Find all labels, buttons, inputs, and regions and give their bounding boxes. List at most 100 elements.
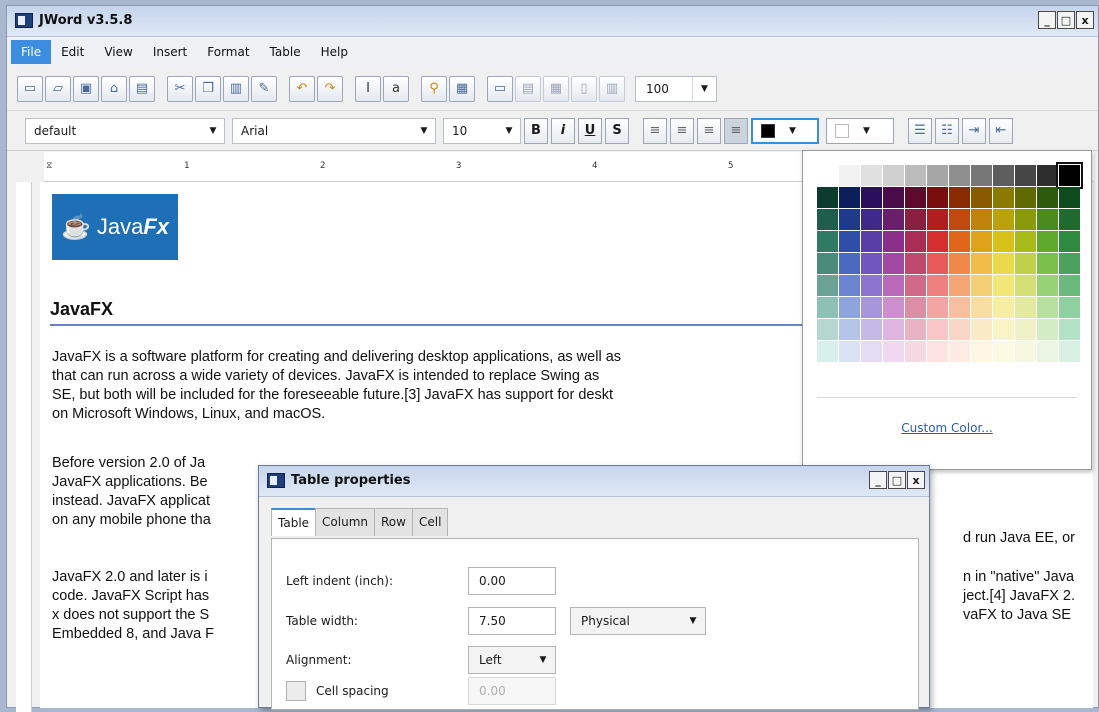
color-swatch[interactable] <box>927 187 948 208</box>
text-color-combo[interactable]: ▼ <box>751 117 819 144</box>
color-swatch[interactable] <box>839 253 860 274</box>
color-swatch[interactable] <box>861 275 882 296</box>
color-swatch[interactable] <box>1037 341 1058 362</box>
bullet-list-icon[interactable]: ☰ <box>908 117 932 144</box>
tab-row[interactable]: Row <box>374 508 413 536</box>
color-swatch[interactable] <box>993 209 1014 230</box>
color-swatch[interactable] <box>1059 253 1080 274</box>
color-swatch[interactable] <box>971 319 992 340</box>
color-swatch[interactable] <box>1059 231 1080 252</box>
color-swatch[interactable] <box>861 187 882 208</box>
insert-link-icon[interactable]: ⚲ <box>421 75 447 102</box>
bold-button[interactable]: B <box>524 117 548 144</box>
menu-help[interactable]: Help <box>311 40 358 64</box>
color-swatch[interactable] <box>993 231 1014 252</box>
color-swatch[interactable] <box>971 209 992 230</box>
align-justify-icon[interactable]: ≡ <box>724 117 748 144</box>
color-swatch[interactable] <box>949 165 970 186</box>
new-document-icon[interactable]: ▭ <box>17 75 43 102</box>
indent-increase-icon[interactable]: ⇥ <box>962 117 986 144</box>
color-swatch[interactable] <box>1037 275 1058 296</box>
color-swatch[interactable] <box>1015 297 1036 318</box>
color-swatch[interactable] <box>1015 187 1036 208</box>
font-combo[interactable]: Arial ▼ <box>232 117 436 144</box>
color-swatch[interactable] <box>949 341 970 362</box>
undo-icon[interactable]: ↶ <box>289 75 315 102</box>
align-center-icon[interactable]: ≡ <box>670 117 694 144</box>
color-swatch[interactable] <box>1015 319 1036 340</box>
color-swatch[interactable] <box>883 253 904 274</box>
color-swatch[interactable] <box>883 319 904 340</box>
color-swatch[interactable] <box>817 319 838 340</box>
color-swatch[interactable] <box>839 231 860 252</box>
color-swatch[interactable] <box>949 275 970 296</box>
paste-icon[interactable]: ▥ <box>223 75 249 102</box>
color-swatch[interactable] <box>927 319 948 340</box>
color-swatch[interactable] <box>1015 209 1036 230</box>
color-swatch[interactable] <box>817 341 838 362</box>
color-swatch[interactable] <box>817 253 838 274</box>
size-combo[interactable]: 10 ▼ <box>443 117 521 144</box>
minimize-button[interactable]: _ <box>1038 11 1056 29</box>
tab-column[interactable]: Column <box>315 508 375 536</box>
color-swatch[interactable] <box>817 165 838 186</box>
color-swatch[interactable] <box>1037 165 1058 186</box>
color-swatch[interactable] <box>883 275 904 296</box>
color-swatch[interactable] <box>949 253 970 274</box>
color-swatch[interactable] <box>971 341 992 362</box>
color-swatch[interactable] <box>817 231 838 252</box>
save-icon[interactable]: ▣ <box>73 75 99 102</box>
cell-spacing-input[interactable]: 0.00 <box>468 677 556 705</box>
color-swatch[interactable] <box>1056 162 1083 189</box>
table-width-input[interactable]: 7.50 <box>468 607 556 635</box>
color-swatch[interactable] <box>927 165 948 186</box>
color-swatch[interactable] <box>905 165 926 186</box>
color-swatch[interactable] <box>971 165 992 186</box>
color-swatch[interactable] <box>993 341 1014 362</box>
style-combo[interactable]: default ▼ <box>25 117 225 144</box>
color-swatch[interactable] <box>883 341 904 362</box>
color-swatch[interactable] <box>905 275 926 296</box>
custom-color-link[interactable]: Custom Color... <box>803 421 1091 435</box>
color-swatch[interactable] <box>1037 231 1058 252</box>
indent-decrease-icon[interactable]: ⇤ <box>989 117 1013 144</box>
color-swatch[interactable] <box>883 187 904 208</box>
italic-button[interactable]: i <box>551 117 575 144</box>
color-swatch[interactable] <box>1037 319 1058 340</box>
color-swatch[interactable] <box>1037 187 1058 208</box>
color-swatch[interactable] <box>927 231 948 252</box>
color-swatch[interactable] <box>905 319 926 340</box>
table-row-icon[interactable]: ▤ <box>515 75 541 102</box>
print-preview-icon[interactable]: ▤ <box>129 75 155 102</box>
color-swatch[interactable] <box>1015 253 1036 274</box>
width-type-select[interactable]: Physical ▼ <box>570 607 706 635</box>
redo-icon[interactable]: ↷ <box>317 75 343 102</box>
color-swatch[interactable] <box>905 341 926 362</box>
save-as-icon[interactable]: ⌂ <box>101 75 127 102</box>
color-swatch[interactable] <box>971 253 992 274</box>
color-swatch[interactable] <box>927 341 948 362</box>
table-column-icon[interactable]: ▯ <box>571 75 597 102</box>
insert-table-icon[interactable]: ▭ <box>487 75 513 102</box>
menu-edit[interactable]: Edit <box>51 40 94 64</box>
color-swatch[interactable] <box>949 209 970 230</box>
menu-insert[interactable]: Insert <box>143 40 197 64</box>
color-swatch[interactable] <box>839 165 860 186</box>
table-merge-icon[interactable]: ▦ <box>543 75 569 102</box>
color-swatch[interactable] <box>861 231 882 252</box>
color-swatch[interactable] <box>927 209 948 230</box>
color-swatch[interactable] <box>839 209 860 230</box>
color-swatch[interactable] <box>861 319 882 340</box>
color-swatch[interactable] <box>839 297 860 318</box>
dialog-maximize-button[interactable]: □ <box>888 471 906 489</box>
color-swatch[interactable] <box>883 297 904 318</box>
color-swatch[interactable] <box>861 297 882 318</box>
color-swatch[interactable] <box>1015 275 1036 296</box>
color-swatch[interactable] <box>861 341 882 362</box>
tab-cell[interactable]: Cell <box>411 508 449 536</box>
spellcheck-icon[interactable]: a <box>383 75 409 102</box>
color-swatch[interactable] <box>1037 209 1058 230</box>
tab-table[interactable]: Table <box>271 508 317 536</box>
color-swatch[interactable] <box>883 231 904 252</box>
menu-view[interactable]: View <box>94 40 142 64</box>
